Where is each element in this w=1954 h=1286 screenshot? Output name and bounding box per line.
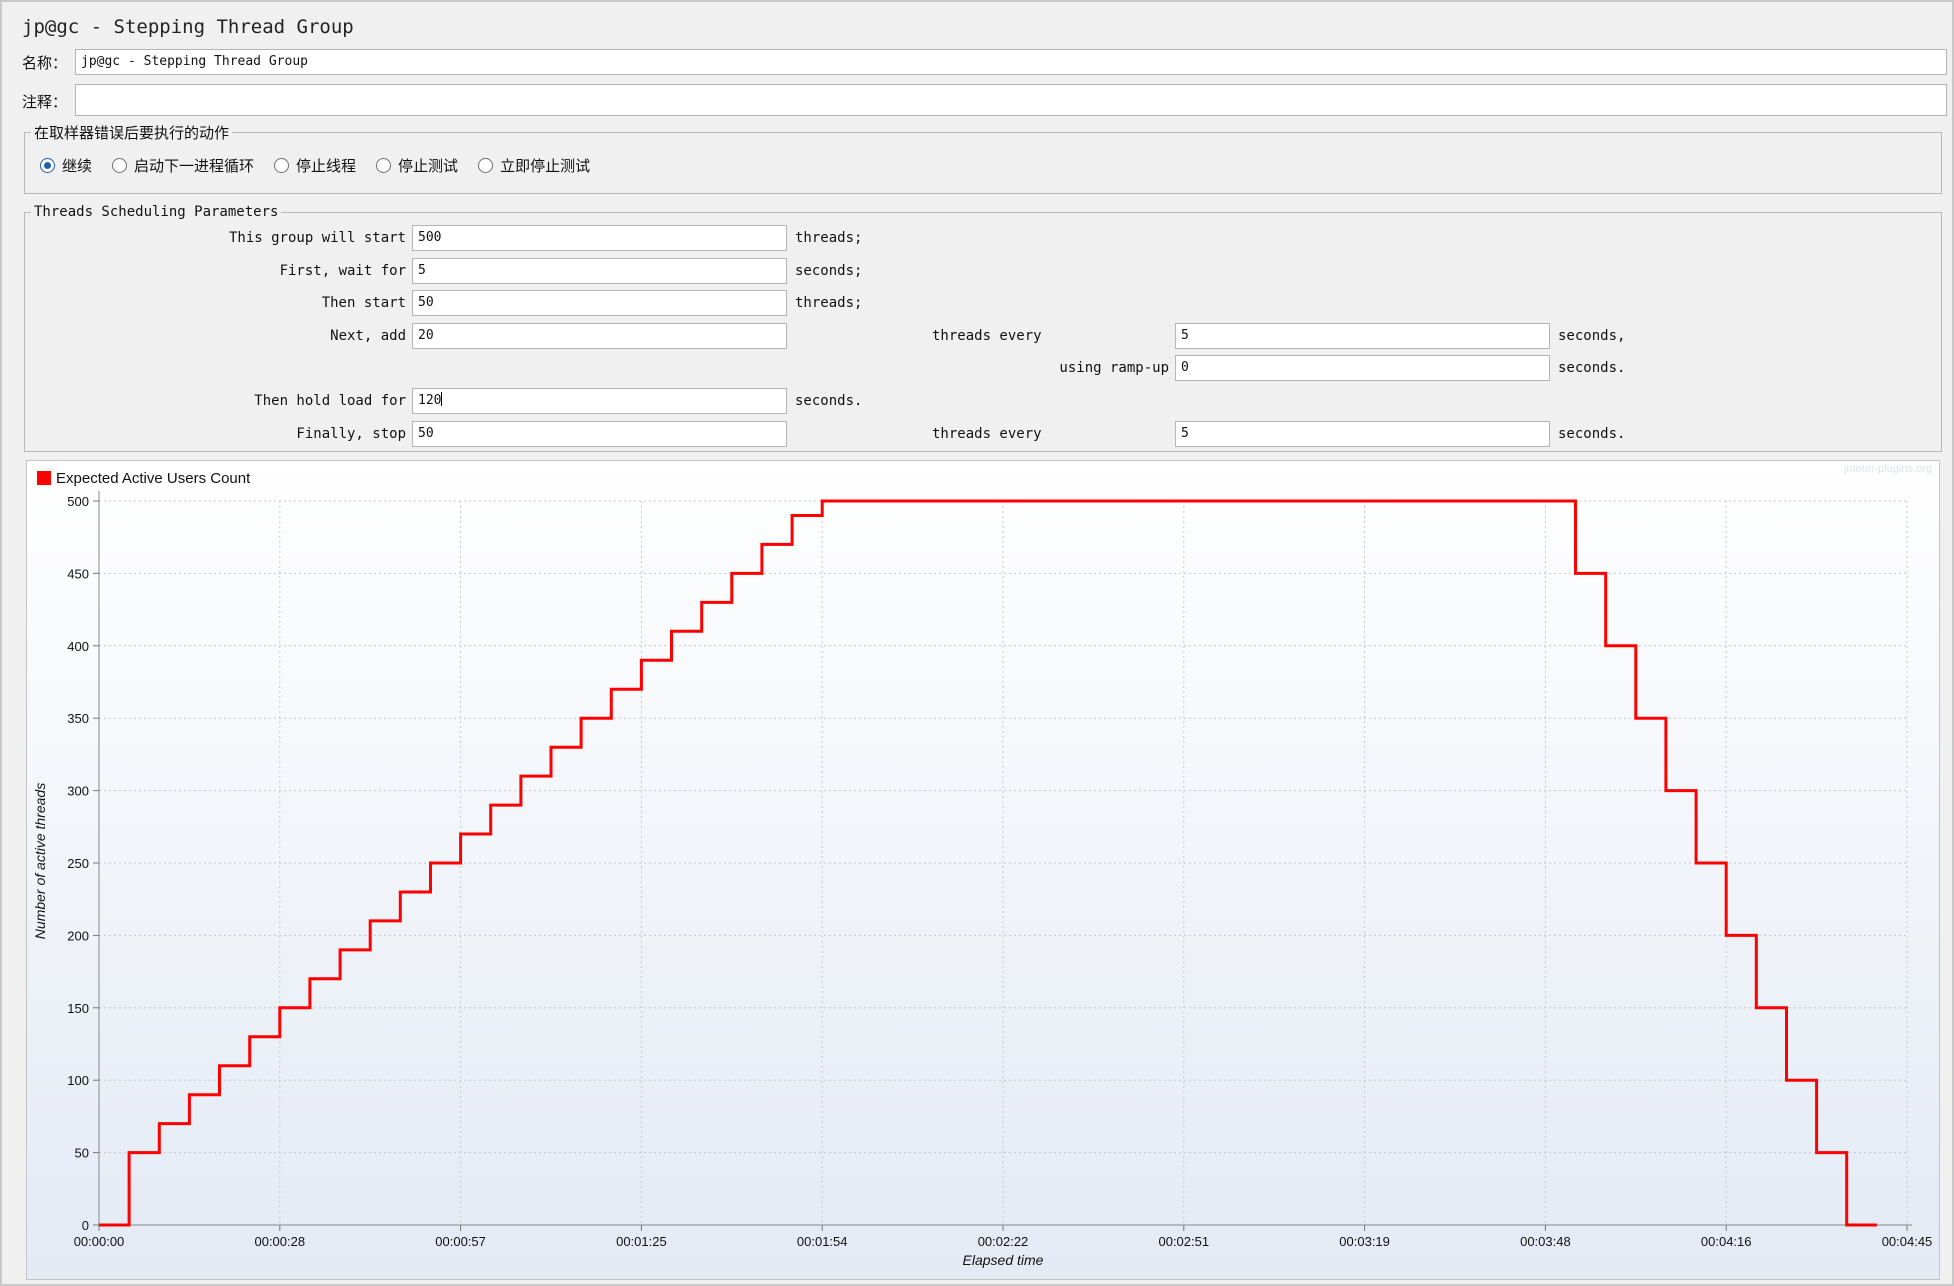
radio-continue[interactable]: 继续 (40, 155, 92, 176)
name-label: 名称： (22, 54, 68, 72)
chart-background (27, 461, 1939, 1279)
radio-label: 停止线程 (296, 157, 357, 175)
radio-stop-test[interactable]: 停止测试 (376, 155, 458, 176)
initial-delay-label: First, wait for (279, 263, 406, 279)
stop-every-unit: seconds. (1558, 426, 1626, 442)
chart-svg: 0 50 100 150 200 250 300 350 400 450 500 00:00:00 00… (27, 461, 1939, 1279)
radio-stop-test-now[interactable]: 立即停止测试 (478, 155, 590, 176)
text-caret (441, 392, 443, 406)
y-tick-label: 150 (67, 1001, 89, 1016)
x-tick-label: 00:02:22 (978, 1234, 1029, 1249)
panel-title: jp@gc - Stepping Thread Group (22, 16, 354, 38)
radio-icon (112, 158, 128, 173)
radio-label: 继续 (62, 157, 93, 175)
name-input[interactable]: jp@gc - Stepping Thread Group (75, 49, 1947, 75)
stop-every-label: threads every (932, 426, 1042, 442)
y-tick-label: 200 (67, 928, 89, 943)
y-tick-label: 500 (67, 494, 89, 509)
ramp-up-input[interactable]: 0 (1175, 355, 1550, 381)
thread-group-panel: jp@gc - Stepping Thread Group 名称： jp@gc … (0, 0, 1954, 1286)
radio-icon (274, 158, 290, 173)
then-start-input[interactable]: 50 (412, 290, 787, 316)
ramp-up-label: using ramp-up (1059, 360, 1169, 376)
x-tick-label: 00:03:19 (1339, 1234, 1390, 1249)
radio-label: 立即停止测试 (500, 157, 591, 175)
radio-icon (478, 158, 494, 173)
radio-label: 停止测试 (398, 157, 459, 175)
expected-users-chart: 0 50 100 150 200 250 300 350 400 450 500 00:00:00 00… (26, 460, 1940, 1280)
hold-load-label: Then hold load for (254, 393, 406, 409)
add-every-label: threads every (932, 328, 1042, 344)
y-axis-label: Number of active threads (32, 783, 48, 939)
hold-load-unit: seconds. (795, 393, 863, 409)
y-tick-label: 250 (67, 856, 89, 871)
x-axis-label: Elapsed time (963, 1252, 1044, 1268)
stop-threads-input[interactable]: 50 (412, 421, 787, 447)
radio-label: 启动下一进程循环 (134, 157, 255, 175)
y-tick-label: 100 (67, 1073, 89, 1088)
radio-icon (376, 158, 392, 173)
start-threads-unit: threads; (795, 230, 863, 246)
initial-delay-input[interactable]: 5 (412, 258, 787, 284)
add-threads-label: Next, add (330, 328, 406, 344)
radio-selected-icon (40, 158, 55, 173)
y-tick-label: 350 (67, 711, 89, 726)
x-tick-label: 00:00:28 (254, 1234, 305, 1249)
stop-threads-label: Finally, stop (296, 426, 406, 442)
y-tick-label: 400 (67, 639, 89, 654)
comment-label: 注释： (22, 93, 68, 111)
y-tick-label: 50 (75, 1146, 89, 1161)
error-action-options: 继续 启动下一进程循环 停止线程 停止测试 立即停止测试 (40, 155, 610, 176)
y-tick-label: 0 (82, 1218, 89, 1233)
scheduling-legend: Threads Scheduling Parameters (34, 204, 279, 220)
x-tick-label: 00:04:16 (1701, 1234, 1752, 1249)
start-threads-input[interactable]: 500 (412, 225, 787, 251)
x-tick-label: 00:00:57 (435, 1234, 486, 1249)
hold-load-value: 120 (418, 393, 442, 408)
y-tick-label: 300 (67, 784, 89, 799)
ramp-up-unit: seconds. (1558, 360, 1626, 376)
add-every-unit: seconds, (1558, 328, 1626, 344)
error-action-legend: 在取样器错误后要执行的动作 (34, 124, 230, 142)
x-tick-label: 00:00:00 (74, 1234, 125, 1249)
x-tick-label: 00:01:54 (797, 1234, 848, 1249)
legend-swatch (37, 471, 51, 485)
add-threads-input[interactable]: 20 (412, 323, 787, 349)
x-tick-label: 00:03:48 (1520, 1234, 1571, 1249)
initial-delay-unit: seconds; (795, 263, 863, 279)
start-threads-label: This group will start (228, 230, 406, 246)
comment-input[interactable] (75, 84, 1947, 116)
stop-every-input[interactable]: 5 (1175, 421, 1550, 447)
radio-stop-thread[interactable]: 停止线程 (274, 155, 356, 176)
x-tick-label: 00:02:51 (1158, 1234, 1209, 1249)
radio-start-next-loop[interactable]: 启动下一进程循环 (112, 155, 254, 176)
add-every-input[interactable]: 5 (1175, 323, 1550, 349)
then-start-label: Then start (321, 295, 406, 311)
watermark: jmeter-plugins.org (1843, 463, 1932, 475)
y-tick-label: 450 (67, 566, 89, 581)
legend-label: Expected Active Users Count (56, 470, 251, 487)
then-start-unit: threads; (795, 295, 863, 311)
x-tick-label: 00:04:45 (1882, 1234, 1933, 1249)
hold-load-input[interactable]: 120 (412, 388, 787, 414)
x-tick-label: 00:01:25 (616, 1234, 667, 1249)
